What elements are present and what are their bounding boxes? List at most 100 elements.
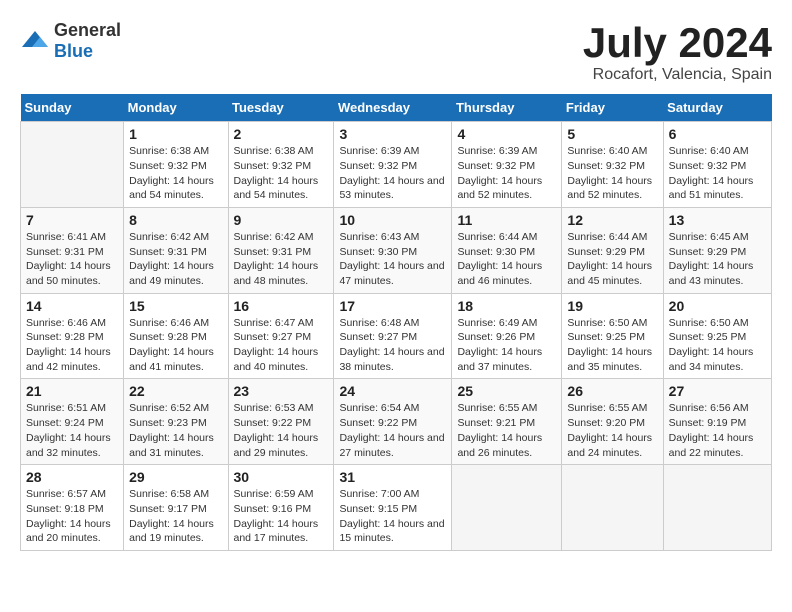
subtitle: Rocafort, Valencia, Spain	[583, 66, 772, 84]
logo-general: General	[54, 20, 121, 40]
calendar-cell: 26Sunrise: 6:55 AMSunset: 9:20 PMDayligh…	[562, 379, 663, 465]
day-header-tuesday: Tuesday	[228, 94, 334, 122]
title-area: July 2024 Rocafort, Valencia, Spain	[583, 20, 772, 84]
day-number: 31	[339, 469, 446, 485]
day-number: 10	[339, 212, 446, 228]
calendar-week-row: 21Sunrise: 6:51 AMSunset: 9:24 PMDayligh…	[21, 379, 772, 465]
day-number: 25	[457, 383, 556, 399]
calendar-cell: 20Sunrise: 6:50 AMSunset: 9:25 PMDayligh…	[663, 293, 771, 379]
calendar-cell: 23 Sunrise: 6:53 AMSunset: 9:22 PMDayligh…	[228, 379, 334, 465]
calendar-cell: 7Sunrise: 6:41 AMSunset: 9:31 PMDaylight…	[21, 207, 124, 293]
day-number: 4	[457, 126, 556, 142]
cell-detail: Sunrise: 6:58 AMSunset: 9:17 PMDaylight:…	[129, 487, 222, 546]
calendar-cell: 22 Sunrise: 6:52 AMSunset: 9:23 PMDayligh…	[124, 379, 228, 465]
calendar-cell: 27 Sunrise: 6:56 AMSunset: 9:19 PMDayligh…	[663, 379, 771, 465]
logo: General Blue	[20, 20, 121, 62]
calendar-cell: 16 Sunrise: 6:47 AMSunset: 9:27 PMDayligh…	[228, 293, 334, 379]
calendar-cell: 10Sunrise: 6:43 AMSunset: 9:30 PMDayligh…	[334, 207, 452, 293]
calendar-week-row: 1 Sunrise: 6:38 AMSunset: 9:32 PMDaylight…	[21, 122, 772, 208]
day-number: 19	[567, 298, 657, 314]
calendar-cell: 9 Sunrise: 6:42 AMSunset: 9:31 PMDaylight…	[228, 207, 334, 293]
day-header-thursday: Thursday	[452, 94, 562, 122]
calendar-cell: 6 Sunrise: 6:40 AMSunset: 9:32 PMDaylight…	[663, 122, 771, 208]
calendar-cell: 12 Sunrise: 6:44 AMSunset: 9:29 PMDayligh…	[562, 207, 663, 293]
day-header-sunday: Sunday	[21, 94, 124, 122]
day-number: 12	[567, 212, 657, 228]
calendar-week-row: 7Sunrise: 6:41 AMSunset: 9:31 PMDaylight…	[21, 207, 772, 293]
calendar-cell	[21, 122, 124, 208]
cell-detail: Sunrise: 6:55 AMSunset: 9:20 PMDaylight:…	[567, 401, 657, 460]
day-number: 7	[26, 212, 118, 228]
day-number: 3	[339, 126, 446, 142]
day-number: 9	[234, 212, 329, 228]
day-number: 20	[669, 298, 766, 314]
day-header-friday: Friday	[562, 94, 663, 122]
day-header-monday: Monday	[124, 94, 228, 122]
day-number: 8	[129, 212, 222, 228]
day-header-saturday: Saturday	[663, 94, 771, 122]
main-title: July 2024	[583, 20, 772, 66]
calendar-header-row: SundayMondayTuesdayWednesdayThursdayFrid…	[21, 94, 772, 122]
cell-detail: Sunrise: 6:44 AMSunset: 9:29 PMDaylight:…	[567, 230, 657, 289]
calendar-table: SundayMondayTuesdayWednesdayThursdayFrid…	[20, 94, 772, 551]
cell-detail: Sunrise: 6:55 AMSunset: 9:21 PMDaylight:…	[457, 401, 556, 460]
cell-detail: Sunrise: 6:56 AMSunset: 9:19 PMDaylight:…	[669, 401, 766, 460]
cell-detail: Sunrise: 6:49 AMSunset: 9:26 PMDaylight:…	[457, 316, 556, 375]
cell-detail: Sunrise: 6:52 AMSunset: 9:23 PMDaylight:…	[129, 401, 222, 460]
logo-blue: Blue	[54, 41, 93, 61]
cell-detail: Sunrise: 6:39 AMSunset: 9:32 PMDaylight:…	[457, 144, 556, 203]
day-number: 24	[339, 383, 446, 399]
calendar-cell: 24Sunrise: 6:54 AMSunset: 9:22 PMDayligh…	[334, 379, 452, 465]
cell-detail: Sunrise: 6:38 AMSunset: 9:32 PMDaylight:…	[129, 144, 222, 203]
day-number: 5	[567, 126, 657, 142]
cell-detail: Sunrise: 6:46 AMSunset: 9:28 PMDaylight:…	[26, 316, 118, 375]
calendar-cell: 18 Sunrise: 6:49 AMSunset: 9:26 PMDayligh…	[452, 293, 562, 379]
cell-detail: Sunrise: 6:44 AMSunset: 9:30 PMDaylight:…	[457, 230, 556, 289]
calendar-cell: 3 Sunrise: 6:39 AMSunset: 9:32 PMDaylight…	[334, 122, 452, 208]
day-number: 18	[457, 298, 556, 314]
cell-detail: Sunrise: 6:47 AMSunset: 9:27 PMDaylight:…	[234, 316, 329, 375]
day-number: 17	[339, 298, 446, 314]
cell-detail: Sunrise: 6:46 AMSunset: 9:28 PMDaylight:…	[129, 316, 222, 375]
calendar-cell: 31Sunrise: 7:00 AMSunset: 9:15 PMDayligh…	[334, 465, 452, 551]
cell-detail: Sunrise: 6:40 AMSunset: 9:32 PMDaylight:…	[567, 144, 657, 203]
calendar-cell: 2Sunrise: 6:38 AMSunset: 9:32 PMDaylight…	[228, 122, 334, 208]
day-number: 16	[234, 298, 329, 314]
day-number: 14	[26, 298, 118, 314]
calendar-cell: 14 Sunrise: 6:46 AMSunset: 9:28 PMDayligh…	[21, 293, 124, 379]
day-number: 27	[669, 383, 766, 399]
calendar-cell: 30Sunrise: 6:59 AMSunset: 9:16 PMDayligh…	[228, 465, 334, 551]
calendar-cell: 25 Sunrise: 6:55 AMSunset: 9:21 PMDayligh…	[452, 379, 562, 465]
cell-detail: Sunrise: 6:48 AMSunset: 9:27 PMDaylight:…	[339, 316, 446, 375]
day-header-wednesday: Wednesday	[334, 94, 452, 122]
calendar-cell	[452, 465, 562, 551]
cell-detail: Sunrise: 6:53 AMSunset: 9:22 PMDaylight:…	[234, 401, 329, 460]
cell-detail: Sunrise: 6:39 AMSunset: 9:32 PMDaylight:…	[339, 144, 446, 203]
calendar-cell: 11 Sunrise: 6:44 AMSunset: 9:30 PMDayligh…	[452, 207, 562, 293]
cell-detail: Sunrise: 6:40 AMSunset: 9:32 PMDaylight:…	[669, 144, 766, 203]
day-number: 23	[234, 383, 329, 399]
cell-detail: Sunrise: 6:50 AMSunset: 9:25 PMDaylight:…	[567, 316, 657, 375]
calendar-cell	[562, 465, 663, 551]
cell-detail: Sunrise: 6:42 AMSunset: 9:31 PMDaylight:…	[129, 230, 222, 289]
cell-detail: Sunrise: 6:42 AMSunset: 9:31 PMDaylight:…	[234, 230, 329, 289]
day-number: 15	[129, 298, 222, 314]
calendar-week-row: 14 Sunrise: 6:46 AMSunset: 9:28 PMDayligh…	[21, 293, 772, 379]
cell-detail: Sunrise: 6:38 AMSunset: 9:32 PMDaylight:…	[234, 144, 329, 203]
cell-detail: Sunrise: 6:59 AMSunset: 9:16 PMDaylight:…	[234, 487, 329, 546]
cell-detail: Sunrise: 6:45 AMSunset: 9:29 PMDaylight:…	[669, 230, 766, 289]
calendar-cell: 28Sunrise: 6:57 AMSunset: 9:18 PMDayligh…	[21, 465, 124, 551]
cell-detail: Sunrise: 6:57 AMSunset: 9:18 PMDaylight:…	[26, 487, 118, 546]
day-number: 6	[669, 126, 766, 142]
calendar-cell: 1 Sunrise: 6:38 AMSunset: 9:32 PMDaylight…	[124, 122, 228, 208]
day-number: 1	[129, 126, 222, 142]
logo-text: General Blue	[54, 20, 121, 62]
calendar-cell: 15 Sunrise: 6:46 AMSunset: 9:28 PMDayligh…	[124, 293, 228, 379]
calendar-cell: 5 Sunrise: 6:40 AMSunset: 9:32 PMDaylight…	[562, 122, 663, 208]
calendar-cell: 4 Sunrise: 6:39 AMSunset: 9:32 PMDaylight…	[452, 122, 562, 208]
calendar-cell: 17 Sunrise: 6:48 AMSunset: 9:27 PMDayligh…	[334, 293, 452, 379]
calendar-cell: 19 Sunrise: 6:50 AMSunset: 9:25 PMDayligh…	[562, 293, 663, 379]
day-number: 22	[129, 383, 222, 399]
day-number: 11	[457, 212, 556, 228]
calendar-cell: 13Sunrise: 6:45 AMSunset: 9:29 PMDayligh…	[663, 207, 771, 293]
